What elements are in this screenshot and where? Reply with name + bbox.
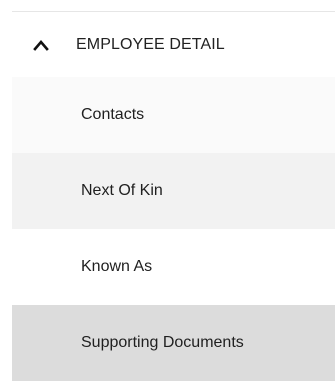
- menu-item-label: Contacts: [81, 106, 145, 123]
- menu-item-label: Supporting Documents: [81, 334, 244, 351]
- section-title: EMPLOYEE DETAIL: [76, 35, 225, 53]
- chevron-up-icon[interactable]: [30, 34, 52, 56]
- menu-item-label: Known As: [81, 258, 153, 275]
- employee-detail-menu: EMPLOYEE DETAIL Contacts Next Of Kin Kno…: [12, 12, 335, 381]
- section-header-employee-detail[interactable]: EMPLOYEE DETAIL: [12, 12, 335, 77]
- menu-item-contacts[interactable]: Contacts: [12, 77, 335, 153]
- menu-item-next-of-kin[interactable]: Next Of Kin: [12, 153, 335, 229]
- menu-item-supporting-documents[interactable]: Supporting Documents: [12, 305, 335, 381]
- menu-item-known-as[interactable]: Known As: [12, 229, 335, 305]
- menu-item-label: Next Of Kin: [81, 182, 163, 199]
